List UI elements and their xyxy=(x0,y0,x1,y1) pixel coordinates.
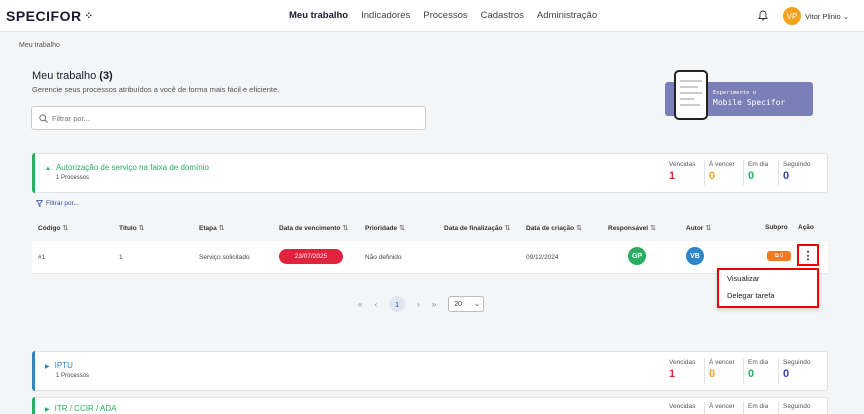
stat-em-dia: Em dia xyxy=(748,403,769,410)
logo-mark-icon: ⁘ xyxy=(84,10,93,22)
nav-meu-trabalho[interactable]: Meu trabalho xyxy=(289,10,348,21)
column-header-responsavel[interactable]: Responsável ⇅ xyxy=(608,224,656,232)
page-subtitle: Gerencie seus processos atribuídos a voc… xyxy=(32,85,280,94)
author-avatar: VB xyxy=(686,247,704,265)
column-header-codigo[interactable]: Código ⇅ xyxy=(38,224,68,232)
divider xyxy=(704,160,705,186)
divider xyxy=(704,402,705,414)
column-header-subpro: Subpro xyxy=(765,224,788,231)
divider xyxy=(778,402,779,414)
column-header-data-criacao[interactable]: Data de criação ⇅ xyxy=(526,224,582,232)
divider xyxy=(704,358,705,384)
chevron-down-icon: ⌄ xyxy=(474,301,480,308)
cell-titulo: 1 xyxy=(119,254,123,261)
main-nav: Meu trabalho Indicadores Processos Cadas… xyxy=(289,10,610,21)
group-title[interactable]: ▲ Autorização de serviço na faixa de domí… xyxy=(45,163,209,172)
per-page-select[interactable]: 20 ⌄ xyxy=(448,296,485,312)
stat-seguindo: Seguindo 0 xyxy=(783,161,811,182)
stat-seguindo: Seguindo xyxy=(783,403,811,410)
stat-em-dia: Em dia 0 xyxy=(748,161,769,182)
column-header-autor[interactable]: Autor ⇅ xyxy=(686,224,711,232)
bell-icon[interactable] xyxy=(758,10,768,21)
group-title[interactable]: ▶ ITR / CCIR / ADA xyxy=(45,404,116,413)
divider xyxy=(743,160,744,186)
group-card[interactable]: ▶ ITR / CCIR / ADA Vencidas À vencer Em d… xyxy=(32,397,828,414)
user-name: Vitor Plinio xyxy=(805,12,841,21)
last-page-icon[interactable]: » xyxy=(432,300,436,309)
group-count: 1 Processos xyxy=(56,373,90,379)
page-title-text: Meu trabalho xyxy=(32,70,97,82)
nav-processos[interactable]: Processos xyxy=(423,10,467,21)
nav-indicadores[interactable]: Indicadores xyxy=(361,10,410,21)
column-header-data-vencimento[interactable]: Data de vencimento ⇅ xyxy=(279,224,348,232)
group-accent-bar xyxy=(32,351,35,391)
cell-etapa: Serviço solicitado xyxy=(199,254,250,261)
column-header-prioridade[interactable]: Prioridade ⇅ xyxy=(365,224,405,232)
stat-a-vencer: À vencer 0 xyxy=(709,161,735,182)
column-header-data-finalizacao[interactable]: Data de finalização ⇅ xyxy=(444,224,510,232)
nav-cadastros[interactable]: Cadastros xyxy=(481,10,524,21)
divider xyxy=(778,160,779,186)
stat-a-vencer: À vencer xyxy=(709,403,735,410)
first-page-icon[interactable]: « xyxy=(358,300,362,309)
filter-box xyxy=(31,106,426,130)
cell-codigo: #1 xyxy=(38,254,46,261)
next-page-icon[interactable]: › xyxy=(417,300,420,309)
caret-right-icon: ▶ xyxy=(45,407,50,413)
logo[interactable]: SPECIFOR ⁘ xyxy=(6,8,93,24)
stat-em-dia: Em dia 0 xyxy=(748,359,769,380)
promo-line2: Mobile Specifor xyxy=(713,98,786,107)
stat-a-vencer: À vencer 0 xyxy=(709,359,735,380)
kebab-icon[interactable]: ⋮ xyxy=(797,244,819,266)
search-icon xyxy=(39,114,48,123)
due-date-badge: 23/07/2025 xyxy=(279,249,343,264)
filter-icon xyxy=(36,200,43,207)
stat-vencidas: Vencidas 1 xyxy=(669,359,696,380)
pagination: « ‹ 1 › » 20 ⌄ xyxy=(358,296,485,312)
divider xyxy=(778,358,779,384)
caret-up-icon: ▲ xyxy=(45,166,51,172)
page-title: Meu trabalho (3) xyxy=(32,70,113,82)
logo-text: SPECIFOR xyxy=(6,8,82,24)
chevron-down-icon: ⌄ xyxy=(842,12,850,21)
per-page-value: 20 xyxy=(454,300,463,308)
filter-input[interactable] xyxy=(52,111,412,126)
stat-vencidas: Vencidas xyxy=(669,403,696,410)
action-menu: Visualizar Delegar tarefa xyxy=(717,268,819,308)
group-accent-bar xyxy=(32,397,35,414)
group-card[interactable]: ▶ IPTU 1 Processos Vencidas 1 À vencer 0 Em… xyxy=(32,351,828,391)
table-filter-button[interactable]: Filtrar por... xyxy=(36,200,79,207)
group-count: 1 Processos xyxy=(56,175,90,181)
responsible-avatar: GP xyxy=(628,247,646,265)
cell-data-criacao: 09/12/2024 xyxy=(526,254,559,261)
subprocess-badge[interactable]: ⧉ 0 xyxy=(767,251,791,261)
menu-item-delegar-tarefa[interactable]: Delegar tarefa xyxy=(719,287,817,304)
stat-vencidas: Vencidas 1 xyxy=(669,161,696,182)
prev-page-icon[interactable]: ‹ xyxy=(374,300,377,309)
stat-seguindo: Seguindo 0 xyxy=(783,359,811,380)
group-card[interactable]: ▲ Autorização de serviço na faixa de domí… xyxy=(32,153,828,193)
top-bar: SPECIFOR ⁘ Meu trabalho Indicadores Proc… xyxy=(0,0,864,32)
promo-line1: Experimente o xyxy=(713,90,757,96)
user-menu[interactable]: Vitor Plinio ⌄ xyxy=(805,12,849,21)
page-title-count: (3) xyxy=(99,70,113,82)
table-row[interactable] xyxy=(32,241,828,274)
caret-right-icon: ▶ xyxy=(45,364,50,370)
divider xyxy=(743,402,744,414)
column-header-etapa[interactable]: Etapa ⇅ xyxy=(199,224,225,232)
nav-administracao[interactable]: Administração xyxy=(537,10,597,21)
column-header-acao: Ação xyxy=(798,224,814,231)
group-accent-bar xyxy=(32,153,35,193)
group-title[interactable]: ▶ IPTU xyxy=(45,361,73,370)
column-header-titulo[interactable]: Título ⇅ xyxy=(119,224,145,232)
user-avatar[interactable]: VP xyxy=(783,7,801,25)
page-number-current[interactable]: 1 xyxy=(389,296,406,312)
breadcrumb[interactable]: Meu trabalho xyxy=(19,42,60,49)
phone-illustration-icon xyxy=(674,70,708,120)
promo-text: Experimente o Mobile Specifor xyxy=(713,90,785,107)
menu-item-visualizar[interactable]: Visualizar xyxy=(719,270,817,287)
divider xyxy=(743,358,744,384)
cell-prioridade: Não definido xyxy=(365,254,402,261)
